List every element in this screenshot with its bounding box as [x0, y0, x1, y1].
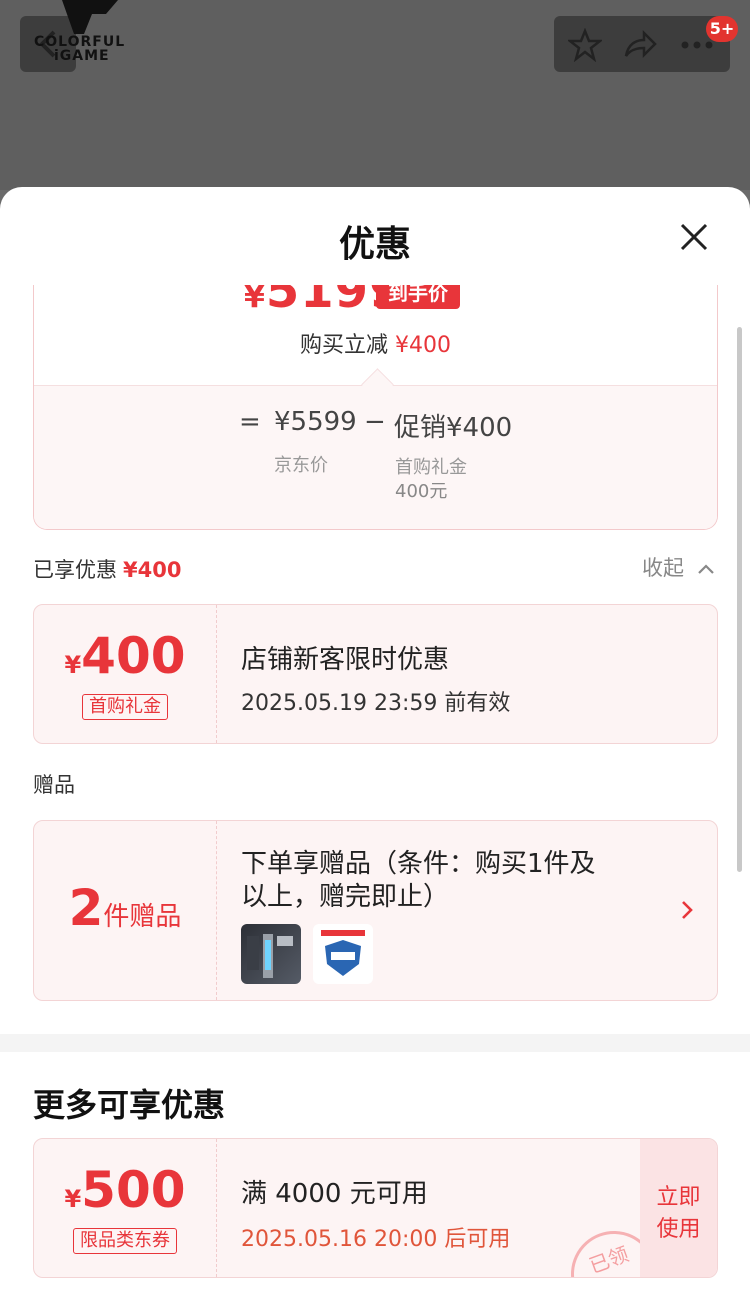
gpu-bracket-image-icon — [247, 934, 293, 978]
share-icon[interactable] — [622, 28, 658, 62]
coupon-amount: ¥500 — [64, 1161, 186, 1219]
chevron-right-icon — [682, 901, 693, 919]
equals-sign: = — [239, 407, 261, 437]
discount-sheet: 优惠 ¥5199 到手价 购买立减 ¥400 = ¥5599 京东价 − 促销¥… — [0, 187, 750, 1294]
more-icon[interactable] — [680, 40, 714, 50]
use-now-line2: 使用 — [656, 1217, 701, 1242]
coupon-title: 满 4000 元可用 — [241, 1179, 428, 1209]
coupon-type-tag: 限品类东券 — [73, 1228, 177, 1254]
coupon-validity: 2025.05.19 23:59 前有效 — [241, 691, 511, 716]
brand-mark-icon — [62, 0, 118, 34]
star-icon[interactable] — [568, 28, 602, 62]
gift-title-line2: 以上，赠完即止） — [241, 882, 450, 912]
message-badge: 5+ — [706, 16, 738, 42]
first-purchase-coupon[interactable]: ¥400 首购礼金 店铺新客限时优惠 2025.05.19 23:59 前有效 — [33, 604, 718, 744]
coupon-type-tag: 首购礼金 — [82, 694, 168, 720]
enjoyed-label: 已享优惠 ¥400 — [33, 558, 182, 582]
gift-title-line1: 下单享赠品（条件：购买1件及 — [241, 849, 596, 879]
use-now-button[interactable]: 立即 使用 — [640, 1139, 717, 1277]
scrollbar[interactable] — [737, 327, 742, 872]
gift-thumbnail-warranty[interactable] — [313, 924, 373, 984]
price-breakdown-card: ¥5199 到手价 购买立减 ¥400 = ¥5599 京东价 − 促销¥400… — [33, 285, 718, 530]
promo-label: 首购礼金 — [395, 457, 467, 478]
coupon-amount-col: ¥400 首购礼金 — [34, 605, 217, 743]
collapse-button[interactable]: 收起 — [642, 552, 715, 582]
coupon-validity: 2025.05.16 20:00 后可用 — [241, 1227, 511, 1252]
final-price-tag: 到手价 — [376, 285, 460, 309]
more-discounts-title: 更多可享优惠 — [33, 1086, 226, 1124]
discount-summary: 购买立减 ¥400 — [299, 333, 451, 358]
coupon-amount: ¥400 — [64, 627, 186, 685]
sheet-title: 优惠 — [338, 224, 411, 265]
page-header-overlay: COLORFUL iGAME 5+ — [0, 0, 750, 190]
gift-section-label: 赠品 — [33, 773, 75, 797]
promo-price: 促销¥400 — [394, 413, 513, 443]
gift-count-col: 2件赠品 — [34, 821, 217, 1000]
coupon-amount-col: ¥500 限品类东券 — [34, 1139, 217, 1277]
gift-thumbnail-gpu-bracket[interactable] — [241, 924, 301, 984]
warranty-shield-icon — [321, 930, 365, 976]
gift-card[interactable]: 2件赠品 下单享赠品（条件：购买1件及 以上，赠完即止） — [33, 820, 718, 1001]
jd-price-label: 京东价 — [274, 455, 328, 476]
header-actions — [554, 16, 730, 72]
gift-count: 2件赠品 — [68, 879, 182, 937]
chevron-up-icon — [697, 564, 714, 574]
brand-logo: COLORFUL iGAME — [34, 0, 149, 70]
minus-sign: − — [364, 407, 386, 437]
use-now-line1: 立即 — [656, 1185, 701, 1210]
jd-price: ¥5599 — [274, 407, 357, 437]
close-icon[interactable] — [678, 221, 710, 253]
promo-sub: 400元 — [395, 481, 448, 502]
section-divider — [0, 1034, 750, 1052]
jd-coupon[interactable]: ¥500 限品类东券 满 4000 元可用 2025.05.16 20:00 后… — [33, 1138, 718, 1278]
brand-sub: iGAME — [54, 48, 110, 64]
coupon-title: 店铺新客限时优惠 — [241, 645, 450, 675]
